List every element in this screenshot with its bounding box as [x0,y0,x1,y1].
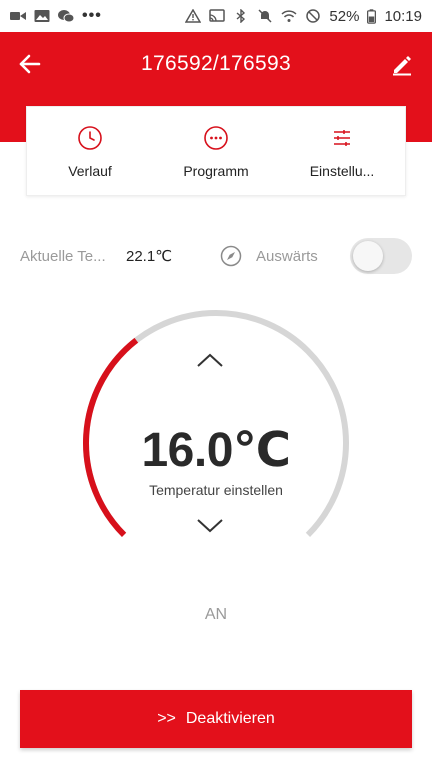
deactivate-button-label: Deaktivieren [185,710,275,727]
double-chevron-icon: >> [157,710,176,727]
pencil-icon [393,56,411,76]
mute-icon [258,9,272,23]
deactivate-button[interactable]: >> Deaktivieren [20,690,412,748]
status-bar: ••• 52% 10:19 [0,0,432,32]
warning-icon [185,9,202,23]
more-notifications-icon: ••• [82,7,102,24]
wechat-icon [58,10,74,23]
away-mode-label: Auswärts [256,247,318,265]
battery-percent: 52% [329,7,360,25]
increase-temperature-button[interactable] [196,352,236,382]
edit-button[interactable] [388,50,416,78]
tab-history-label: Verlauf [68,163,112,179]
do-not-disturb-icon [306,9,321,23]
compass-icon [220,245,242,267]
temperature-dial[interactable]: 16.0℃ Temperatur einstellen [0,300,432,600]
battery-icon [367,8,377,24]
cast-icon [209,9,226,22]
page-title: 176592/176593 [141,52,291,75]
set-temperature-value: 16.0℃ [141,424,291,477]
status-left: ••• [10,7,102,25]
set-temperature-label: Temperatur einstellen [149,482,283,498]
clock-icon [78,126,102,150]
status-right: 52% 10:19 [185,8,422,25]
tab-bar: Verlauf Programm Einstellu... [26,106,406,196]
sliders-icon [334,130,350,146]
toggle-knob [353,241,383,271]
tab-settings[interactable]: Einstellu... [279,107,405,195]
tab-history[interactable]: Verlauf [27,107,153,195]
chevron-up-icon [197,353,223,367]
status-row: Aktuelle Te... 22.1℃ Auswärts [20,236,412,276]
power-state-text: AN [204,606,228,623]
wifi-icon [281,10,297,22]
clock-time: 10:19 [384,7,422,25]
video-icon [10,12,26,20]
away-mode-toggle[interactable] [350,238,412,274]
image-icon [34,10,50,22]
ellipsis-circle-icon [204,126,228,150]
decrease-temperature-button[interactable] [196,518,236,548]
tab-settings-label: Einstellu... [309,163,375,179]
current-temperature-label: Aktuelle Te... [20,247,106,265]
tab-program-label: Programm [183,163,249,179]
current-temperature-value: 22.1℃ [126,248,173,265]
chevron-down-icon [197,519,223,533]
bluetooth-icon [236,9,246,23]
tab-program[interactable]: Programm [153,107,279,195]
